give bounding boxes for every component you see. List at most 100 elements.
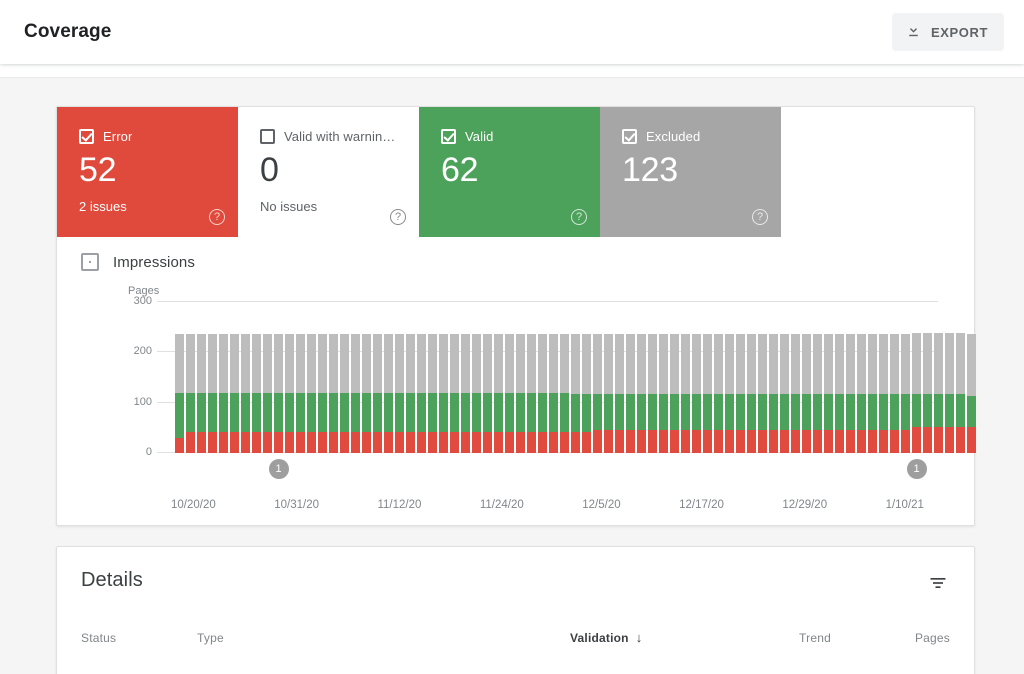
chart-bar[interactable] [967,333,976,453]
chart-bar[interactable] [637,333,646,453]
chart-bar[interactable] [934,332,943,453]
chart-bar[interactable] [307,333,316,453]
chart-bar[interactable] [791,333,800,453]
chart-bar[interactable] [318,333,327,453]
chart-bar[interactable] [780,333,789,453]
chart-bar[interactable] [835,333,844,453]
chart-bar[interactable] [274,333,283,453]
help-icon[interactable]: ? [752,209,768,225]
chart-bar[interactable] [626,333,635,453]
chart-annotation-marker[interactable]: 1 [906,459,927,479]
chart-bar[interactable] [747,333,756,453]
chart-bar[interactable] [219,333,228,453]
chart-bar[interactable] [241,333,250,453]
chart-annotation-marker[interactable]: 1 [268,459,289,479]
filter-icon[interactable] [928,573,948,598]
chart-bar[interactable] [560,333,569,453]
chart-bar[interactable] [582,333,591,453]
chart-bar[interactable] [329,333,338,453]
chart-bar[interactable] [769,333,778,453]
chart-bar[interactable] [197,333,206,453]
checkbox-excluded[interactable] [622,129,637,144]
chart-bar[interactable] [340,333,349,453]
chart-bar[interactable] [846,333,855,453]
chart-bar[interactable] [450,333,459,453]
impressions-checkbox[interactable] [81,253,99,271]
chart-bar[interactable] [527,333,536,453]
bar-segment-error [868,429,877,453]
chart-bar[interactable] [406,333,415,453]
chart-bar[interactable] [285,333,294,453]
chart-bar[interactable] [802,333,811,453]
chart-bar[interactable] [813,333,822,453]
bar-segment-valid [571,393,580,432]
checkbox-valid[interactable] [441,129,456,144]
chart-bar[interactable] [648,333,657,453]
impressions-toggle[interactable]: Impressions [57,253,974,271]
bar-segment-error [307,432,316,453]
chart-bar[interactable] [505,333,514,453]
chart-bar[interactable] [692,333,701,453]
export-button[interactable]: EXPORT [891,13,1004,51]
bar-segment-error [681,429,690,453]
chart-bar[interactable] [615,333,624,453]
status-tile-excluded-head: Excluded [622,129,781,144]
chart-bar[interactable] [373,333,382,453]
chart-bar[interactable] [857,333,866,453]
chart-bar[interactable] [417,333,426,453]
chart-bar[interactable] [472,333,481,453]
chart-bar[interactable] [439,333,448,453]
bar-segment-excluded [879,333,888,394]
checkbox-valid-with-warnings[interactable] [260,129,275,144]
chart-bar[interactable] [549,333,558,453]
chart-bar[interactable] [868,333,877,453]
status-tile-excluded[interactable]: Excluded 123 ? [600,107,781,237]
chart-bar[interactable] [923,332,932,453]
chart-bar[interactable] [494,333,503,453]
chart-bar[interactable] [538,333,547,453]
chart-bar[interactable] [571,333,580,453]
chart-bar[interactable] [263,333,272,453]
chart-bar[interactable] [175,333,184,453]
chart-bar[interactable] [604,333,613,453]
chart-bar[interactable] [395,333,404,453]
chart-bar[interactable] [428,333,437,453]
checkbox-error[interactable] [79,129,94,144]
chart-bar[interactable] [681,333,690,453]
bar-segment-valid [868,393,877,430]
chart-bar[interactable] [890,333,899,453]
chart-bar[interactable] [824,333,833,453]
chart-bar[interactable] [516,333,525,453]
chart-bar[interactable] [461,333,470,453]
chart-bar[interactable] [208,333,217,453]
chart-bar[interactable] [351,333,360,453]
chart-bar[interactable] [593,333,602,453]
chart-bar[interactable] [758,333,767,453]
help-icon[interactable]: ? [390,209,406,225]
chart-bar[interactable] [879,333,888,453]
chart-bar[interactable] [956,332,965,453]
chart-bar[interactable] [703,333,712,453]
status-tile-warning[interactable]: Valid with warnin… 0 No issues ? [238,107,419,237]
chart-bar[interactable] [714,333,723,453]
chart-bar[interactable] [483,333,492,453]
status-tile-error[interactable]: Error 52 2 issues ? [57,107,238,237]
help-icon[interactable]: ? [209,209,225,225]
chart-bar[interactable] [945,332,954,453]
chart-bar[interactable] [670,333,679,453]
chart-bar[interactable] [252,333,261,453]
bar-segment-error [945,426,954,453]
chart-bar[interactable] [384,333,393,453]
chart-bar[interactable] [659,333,668,453]
chart-bar[interactable] [362,333,371,453]
column-header-validation[interactable]: Validation ↓ [570,630,740,645]
chart-bar[interactable] [230,333,239,453]
chart-bar[interactable] [736,333,745,453]
chart-bar[interactable] [186,333,195,453]
help-icon[interactable]: ? [571,209,587,225]
chart-bar[interactable] [912,332,921,453]
chart-bar[interactable] [901,333,910,453]
chart-bar[interactable] [296,333,305,453]
status-tile-valid[interactable]: Valid 62 ? [419,107,600,237]
chart-bar[interactable] [725,333,734,453]
